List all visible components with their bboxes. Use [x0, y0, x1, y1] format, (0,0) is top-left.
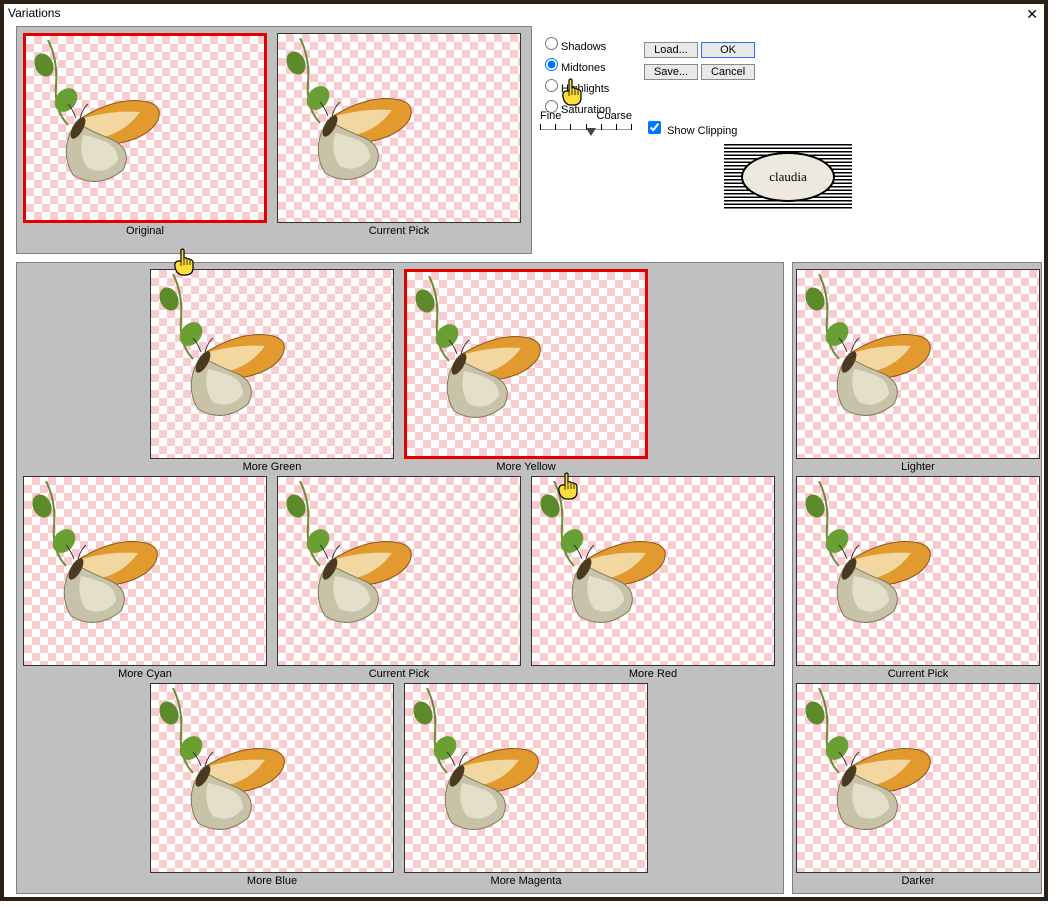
color-variations-panel: More Green More Yellow More Cyan Current…: [16, 262, 784, 894]
thumb-label: More Cyan: [23, 666, 267, 680]
logo-text: claudia: [741, 152, 835, 202]
ok-button[interactable]: OK: [701, 42, 755, 58]
hand-pointer-icon: [172, 248, 196, 276]
slider-handle[interactable]: [586, 128, 596, 136]
thumb-more-yellow[interactable]: More Yellow: [404, 269, 648, 473]
variations-dialog: Variations ✕ Original Current Pick Shado…: [0, 0, 1048, 901]
top-panel: Original Current Pick: [16, 26, 532, 254]
thumb-current-pick-center[interactable]: Current Pick: [277, 476, 521, 680]
close-icon[interactable]: ✕: [1026, 6, 1038, 23]
radio-midtones[interactable]: Midtones: [540, 55, 611, 76]
thumb-more-red[interactable]: More Red: [531, 476, 775, 680]
slider-label-coarse: Coarse: [597, 110, 632, 122]
thumb-label: Lighter: [796, 459, 1040, 473]
fine-coarse-slider[interactable]: Fine Coarse: [540, 110, 632, 136]
thumb-label: More Yellow: [404, 459, 648, 473]
thumb-current-pick-top[interactable]: Current Pick: [277, 33, 521, 237]
thumb-label: Current Pick: [277, 223, 521, 237]
thumb-more-blue[interactable]: More Blue: [150, 683, 394, 887]
thumb-label: Original: [23, 223, 267, 237]
thumb-lighter[interactable]: Lighter: [796, 269, 1040, 473]
thumb-label: More Magenta: [404, 873, 648, 887]
slider-label-fine: Fine: [540, 110, 561, 122]
show-clipping-checkbox[interactable]: Show Clipping: [644, 118, 737, 137]
radio-shadows[interactable]: Shadows: [540, 34, 611, 55]
thumb-current-pick-right[interactable]: Current Pick: [796, 476, 1040, 680]
thumb-more-cyan[interactable]: More Cyan: [23, 476, 267, 680]
thumb-more-magenta[interactable]: More Magenta: [404, 683, 648, 887]
thumb-original[interactable]: Original: [23, 33, 267, 237]
thumb-label: More Green: [150, 459, 394, 473]
author-logo: claudia: [724, 144, 852, 210]
save-button[interactable]: Save...: [644, 64, 698, 80]
thumb-label: More Red: [531, 666, 775, 680]
hand-pointer-icon: [556, 472, 580, 500]
thumb-label: Current Pick: [277, 666, 521, 680]
thumb-label: Current Pick: [796, 666, 1040, 680]
thumb-label: More Blue: [150, 873, 394, 887]
lightness-panel: Lighter Current Pick Darker: [792, 262, 1042, 894]
thumb-more-green[interactable]: More Green: [150, 269, 394, 473]
thumb-darker[interactable]: Darker: [796, 683, 1040, 887]
button-column: Load... OK Save... Cancel: [644, 42, 755, 86]
thumb-label: Darker: [796, 873, 1040, 887]
hand-pointer-icon: [560, 78, 584, 106]
cancel-button[interactable]: Cancel: [701, 64, 755, 80]
window-title: Variations: [8, 6, 60, 20]
load-button[interactable]: Load...: [644, 42, 698, 58]
